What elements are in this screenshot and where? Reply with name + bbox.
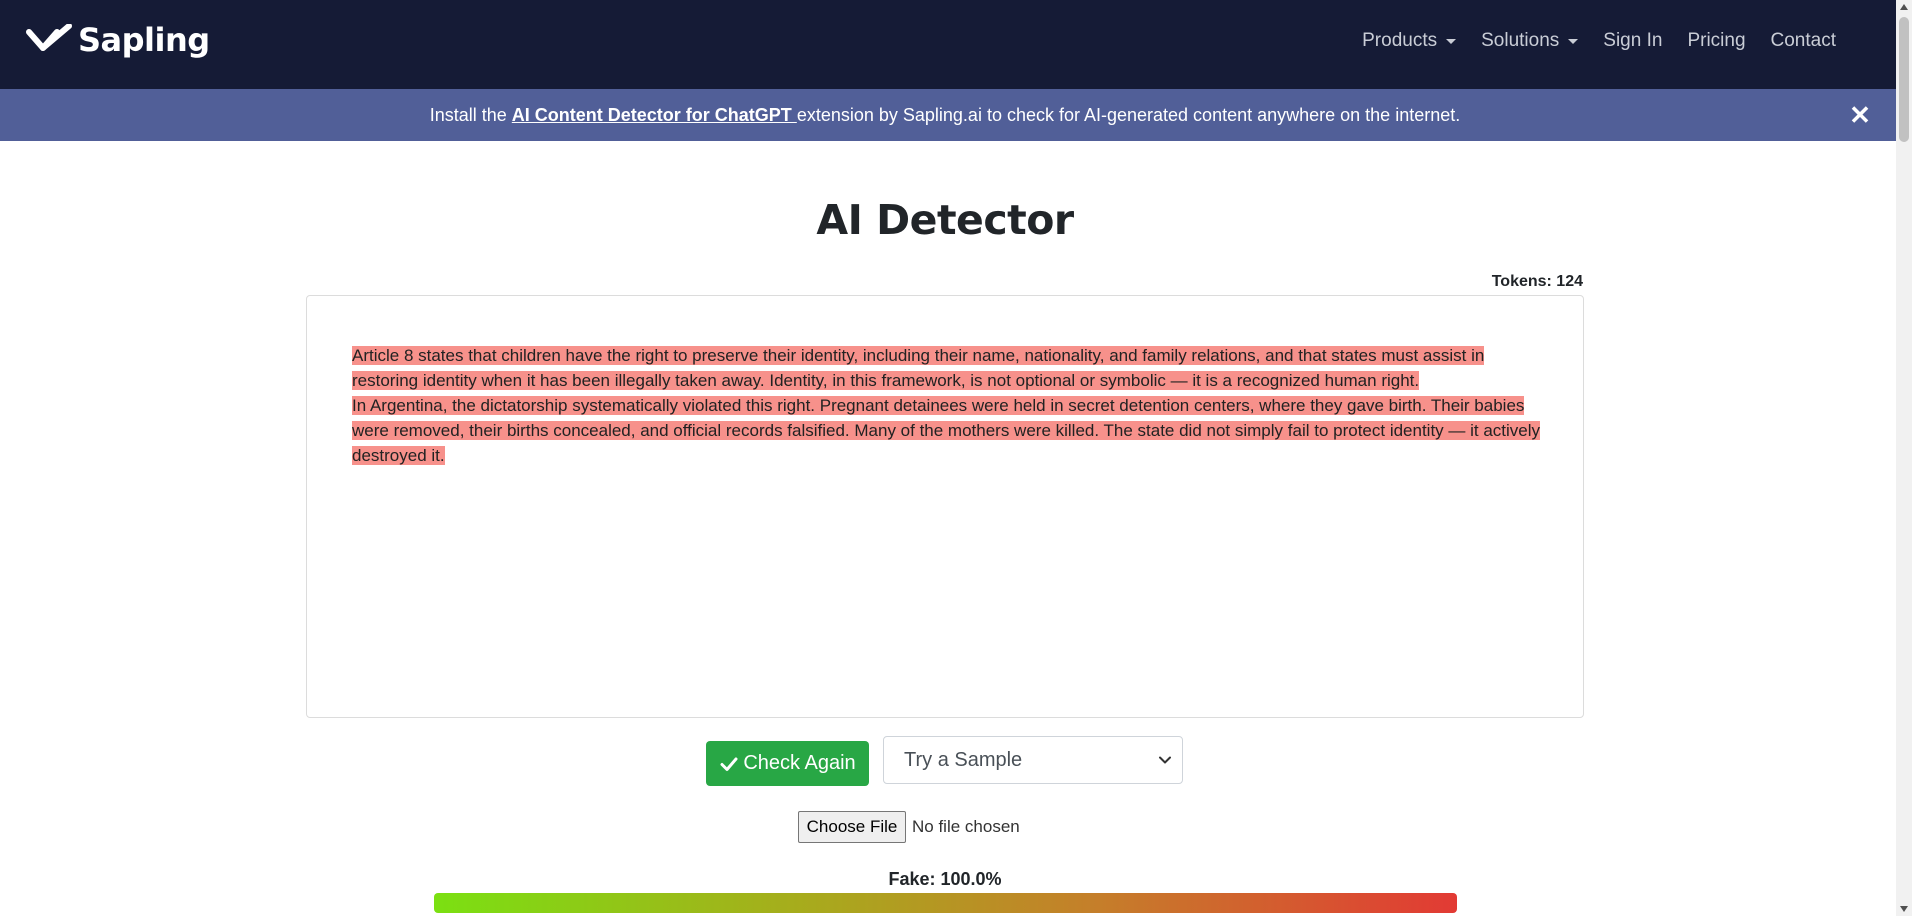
nav-pricing[interactable]: Pricing [1687, 30, 1745, 52]
banner-suffix: extension by Sapling.ai to check for AI-… [796, 105, 1461, 125]
caret-down-icon [1568, 38, 1579, 44]
choose-file-button[interactable]: Choose File [798, 811, 906, 843]
token-count: Tokens: 124 [1491, 273, 1583, 290]
nav-contact[interactable]: Contact [1771, 30, 1836, 52]
close-icon[interactable]: ✕ [1848, 101, 1872, 129]
chevron-down-icon [1159, 756, 1171, 764]
scrollbar[interactable] [1896, 0, 1912, 916]
extension-banner: Install the AI Content Detector for Chat… [0, 89, 1896, 141]
scrollbar-thumb[interactable] [1899, 17, 1909, 142]
nav-solutions[interactable]: Solutions [1481, 30, 1579, 52]
brand-name: Sapling [78, 21, 210, 59]
sample-select[interactable]: Try a Sample [883, 736, 1183, 784]
banner-message: Install the AI Content Detector for Chat… [0, 105, 1890, 126]
fake-score-label: Fake: 100.0% [888, 869, 1002, 889]
highlighted-sentence: Article 8 states that children have the … [352, 346, 1485, 390]
check-icon [720, 757, 738, 771]
fake-score-meter [434, 893, 1457, 913]
nav-solutions-label: Solutions [1481, 30, 1560, 51]
nav-products[interactable]: Products [1362, 30, 1457, 52]
page-title: AI Detector [816, 196, 1074, 244]
editor-paragraph: Article 8 states that children have the … [352, 343, 1542, 393]
banner-extension-link[interactable]: AI Content Detector for ChatGPT [512, 105, 797, 125]
banner-prefix: Install the [429, 105, 512, 125]
editor-paragraph: In Argentina, the dictatorship systemati… [352, 393, 1542, 468]
scroll-down-arrow-icon[interactable] [1900, 906, 1908, 912]
nav-menu: Products Solutions Sign In Pricing Conta… [1337, 30, 1836, 52]
sapling-logo-icon [26, 24, 72, 51]
check-again-button[interactable]: Check Again [706, 741, 869, 786]
sample-select-value: Try a Sample [904, 748, 1023, 771]
navbar: Sapling Products Solutions Sign In Prici… [0, 0, 1896, 89]
file-status: No file chosen [912, 817, 1020, 836]
scroll-up-arrow-icon[interactable] [1900, 4, 1908, 10]
nav-products-label: Products [1362, 30, 1438, 51]
brand-logo[interactable]: Sapling [26, 20, 210, 60]
text-editor[interactable]: Article 8 states that children have the … [306, 295, 1584, 718]
caret-down-icon [1446, 38, 1457, 44]
check-again-label: Check Again [743, 752, 856, 774]
nav-sign-in[interactable]: Sign In [1603, 30, 1662, 52]
highlighted-sentence: In Argentina, the dictatorship systemati… [352, 396, 1541, 465]
fake-score-meter-fill [434, 893, 1457, 913]
editor-content: Article 8 states that children have the … [352, 343, 1542, 468]
page: Sapling Products Solutions Sign In Prici… [0, 0, 1896, 916]
